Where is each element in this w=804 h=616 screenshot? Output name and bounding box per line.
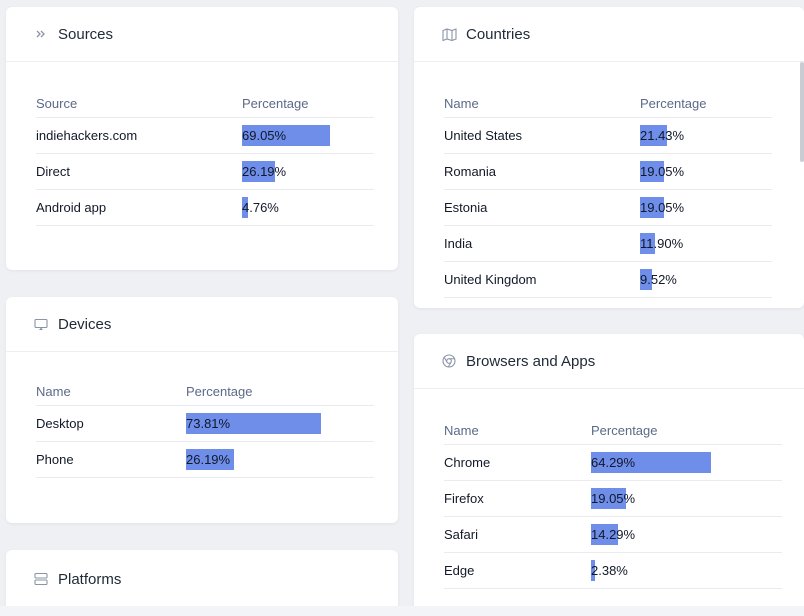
countries-table: Name Percentage United States 21.43% Roman… [444, 90, 772, 298]
column-header-name: Name [36, 378, 186, 406]
server-icon [33, 571, 49, 587]
countries-scrollbar[interactable] [800, 62, 804, 162]
row-percentage-cell: 19.05% [640, 189, 772, 226]
row-name: indiehackers.com [36, 117, 242, 154]
row-percentage: 9.52% [640, 272, 677, 287]
table-row[interactable]: Safari 14.29% [444, 516, 782, 553]
table-row[interactable]: Firefox 19.05% [444, 480, 782, 517]
sources-title: Sources [58, 25, 114, 43]
table-row[interactable]: Chrome 64.29% [444, 444, 782, 481]
row-name: Edge [444, 552, 591, 589]
devices-header: Devices [6, 297, 398, 352]
row-percentage: 14.29% [591, 527, 636, 542]
row-name: India [444, 225, 640, 262]
table-row[interactable]: Romania 19.05% [444, 153, 772, 190]
row-name: Estonia [444, 189, 640, 226]
table-row[interactable]: Android app 4.76% [36, 189, 374, 226]
row-percentage-cell: 14.29% [591, 516, 782, 553]
column-header-name: Name [444, 90, 640, 118]
chrome-icon [441, 353, 457, 369]
row-percentage: 11.90% [640, 236, 684, 251]
platforms-title: Platforms [58, 570, 122, 588]
row-name: United States [444, 117, 640, 154]
row-name: Phone [36, 441, 186, 478]
devices-table: Name Percentage Desktop 73.81% Phone 26.19% [36, 378, 374, 478]
row-percentage-cell: 26.19% [186, 441, 374, 478]
map-icon [441, 26, 457, 42]
sources-header: Sources [6, 7, 398, 62]
row-percentage-cell: 21.43% [640, 117, 772, 154]
browsers-header: Browsers and Apps [414, 334, 804, 389]
table-row[interactable]: Desktop 73.81% [36, 405, 374, 442]
table-row[interactable]: Edge 2.38% [444, 552, 782, 589]
table-row[interactable]: India 11.90% [444, 225, 772, 262]
row-name: Desktop [36, 405, 186, 442]
row-percentage: 4.76% [242, 200, 279, 215]
column-header-percentage: Percentage [591, 417, 782, 445]
devices-card: Devices Name Percentage Desktop 73.81% Pho… [6, 297, 398, 523]
browsers-table: Name Percentage Chrome 64.29% Firefox 19.05… [444, 417, 782, 589]
row-name: Chrome [444, 444, 591, 481]
row-percentage: 69.05% [242, 128, 287, 143]
row-name: Direct [36, 153, 242, 190]
countries-title: Countries [466, 25, 531, 43]
row-percentage-cell: 73.81% [186, 405, 374, 442]
countries-header: Countries [414, 7, 804, 62]
bottom-strip [0, 606, 804, 616]
column-header-source: Source [36, 90, 242, 118]
table-row[interactable]: United Kingdom 9.52% [444, 261, 772, 298]
row-percentage: 26.19% [186, 452, 231, 467]
row-name: United Kingdom [444, 261, 640, 298]
row-percentage: 19.05% [640, 164, 685, 179]
devices-title: Devices [58, 315, 112, 333]
platforms-header: Platforms [6, 550, 398, 608]
row-percentage-cell: 69.05% [242, 117, 374, 154]
table-row[interactable]: Phone 26.19% [36, 441, 374, 478]
row-percentage-cell: 4.76% [242, 189, 374, 226]
column-header-percentage: Percentage [242, 90, 374, 118]
row-percentage-cell: 11.90% [640, 225, 772, 262]
column-header-percentage: Percentage [186, 378, 374, 406]
table-row[interactable]: United States 21.43% [444, 117, 772, 154]
row-percentage: 19.05% [640, 200, 685, 215]
row-name: Firefox [444, 480, 591, 517]
row-percentage-cell: 2.38% [591, 552, 782, 589]
row-percentage-cell: 9.52% [640, 261, 772, 298]
sources-card: Sources Source Percentage indiehackers.c… [6, 7, 398, 270]
sources-table: Source Percentage indiehackers.com 69.05%… [36, 90, 374, 226]
row-percentage: 2.38% [591, 563, 628, 578]
row-percentage: 21.43% [640, 128, 685, 143]
table-row[interactable]: Direct 26.19% [36, 153, 374, 190]
row-percentage-cell: 19.05% [591, 480, 782, 517]
row-percentage: 64.29% [591, 455, 636, 470]
monitor-icon [33, 316, 49, 332]
column-header-name: Name [444, 417, 591, 445]
row-percentage: 26.19% [242, 164, 287, 179]
row-percentage: 73.81% [186, 416, 231, 431]
row-percentage: 19.05% [591, 491, 636, 506]
row-name: Romania [444, 153, 640, 190]
row-percentage-cell: 19.05% [640, 153, 772, 190]
browsers-card: Browsers and Apps Name Percentage Chrome… [414, 334, 804, 616]
column-header-percentage: Percentage [640, 90, 772, 118]
browsers-title: Browsers and Apps [466, 352, 596, 370]
countries-card: Countries Name Percentage United States 2… [414, 7, 804, 308]
row-percentage-cell: 64.29% [591, 444, 782, 481]
row-name: Android app [36, 189, 242, 226]
table-row[interactable]: Estonia 19.05% [444, 189, 772, 226]
row-name: Safari [444, 516, 591, 553]
row-percentage-cell: 26.19% [242, 153, 374, 190]
chevrons-right-icon [33, 26, 49, 42]
table-row[interactable]: indiehackers.com 69.05% [36, 117, 374, 154]
